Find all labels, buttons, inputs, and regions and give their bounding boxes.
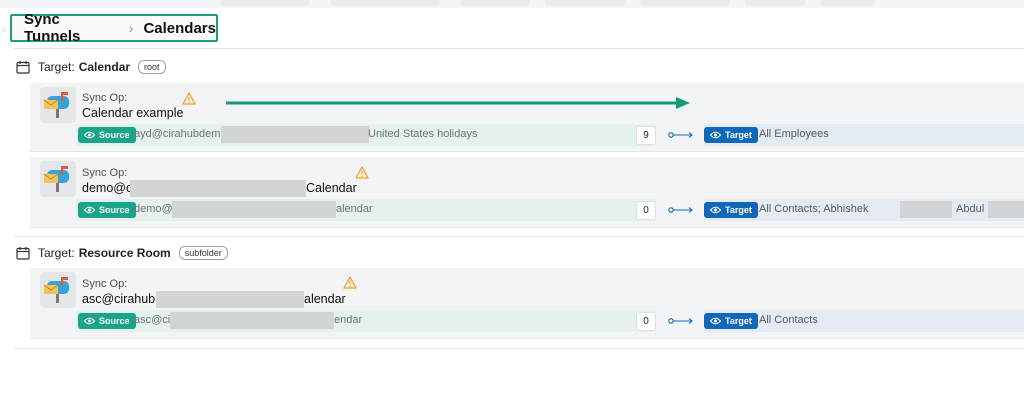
source-row: Source demo@ alendar 0 <box>76 199 656 221</box>
breadcrumb-root[interactable]: Sync Tunnels <box>24 11 119 45</box>
target-text-2: Abdul <box>956 203 985 215</box>
item-count: 0 <box>636 201 656 220</box>
chevron-right-icon: › <box>128 20 134 36</box>
sync-op-card[interactable]: Sync Op: asc@cirahub alendar Source asc@… <box>30 268 1024 339</box>
target-text: All Employees <box>759 128 829 140</box>
target-text: All Contacts <box>759 314 818 326</box>
calendar-icon <box>16 247 30 260</box>
source-calendar: United States holidays <box>368 128 478 140</box>
section-label: Target: <box>38 60 75 74</box>
source-row: Source ayd@cirahubdem United States holi… <box>76 124 656 146</box>
warning-icon[interactable] <box>355 166 369 179</box>
sync-op-label: Sync Op: <box>82 278 128 290</box>
source-badge-label: Source <box>99 205 130 215</box>
source-account: asc@ci <box>134 314 171 326</box>
divider <box>14 48 1024 49</box>
sync-op-card[interactable]: Sync Op: Calendar example Source ayd@cir… <box>30 83 1024 152</box>
mailbox-icon <box>40 161 76 197</box>
eye-icon <box>84 317 95 325</box>
source-calendar: alendar <box>336 203 373 215</box>
source-account: ayd@cirahubdem <box>134 128 221 140</box>
eye-icon <box>710 317 721 325</box>
target-badge[interactable]: Target <box>704 313 758 329</box>
sync-op-name-suffix: alendar <box>304 292 346 306</box>
source-badge-label: Source <box>99 130 130 140</box>
source-badge-label: Source <box>99 316 130 326</box>
annotation-arrow-icon <box>226 97 690 109</box>
mailbox-icon <box>40 272 76 308</box>
sync-op-name: Calendar example <box>82 106 184 120</box>
target-row: Target All Contacts <box>704 310 1024 332</box>
redacted-block <box>221 126 369 143</box>
source-calendar: endar <box>334 314 363 326</box>
item-count: 9 <box>636 126 656 145</box>
section-chip: root <box>138 60 166 74</box>
sync-op-name-suffix: Calendar <box>306 181 357 195</box>
redacted-block <box>130 180 306 197</box>
divider <box>14 348 1024 349</box>
breadcrumb: Sync Tunnels › Calendars <box>10 11 218 45</box>
source-badge[interactable]: Source <box>78 313 136 329</box>
sync-op-label: Sync Op: <box>82 167 128 179</box>
target-badge-label: Target <box>725 130 752 140</box>
source-row: Source asc@ci endar 0 <box>76 310 656 332</box>
warning-icon[interactable] <box>343 276 357 289</box>
target-badge[interactable]: Target <box>704 127 758 143</box>
redacted-block <box>172 201 336 218</box>
section-chip: subfolder <box>178 246 228 260</box>
section-header-calendar: Target: Calendar root <box>16 57 166 77</box>
flow-arrow-icon <box>668 318 693 324</box>
eye-icon <box>710 131 721 139</box>
source-badge[interactable]: Source <box>78 127 136 143</box>
redacted-block <box>170 312 334 329</box>
target-row: Target All Employees <box>704 124 1024 146</box>
target-badge-label: Target <box>725 205 752 215</box>
target-row: Target All Contacts; Abhishek Abdul <box>704 199 1024 221</box>
source-account: demo@ <box>134 203 173 215</box>
sync-op-name: demo@c <box>82 181 133 195</box>
eye-icon <box>84 131 95 139</box>
source-badge[interactable]: Source <box>78 202 136 218</box>
calendar-icon <box>16 61 30 74</box>
top-tabs-strip <box>0 0 1024 8</box>
sync-op-label: Sync Op: <box>82 92 128 104</box>
section-name: Resource Room <box>78 246 171 260</box>
divider <box>14 236 1024 237</box>
item-count: 0 <box>636 312 656 331</box>
mailbox-icon <box>40 87 76 123</box>
sync-op-card[interactable]: Sync Op: demo@c Calendar Source demo@ al… <box>30 157 1024 228</box>
flow-arrow-icon <box>668 132 693 138</box>
section-header-resource-room: Target: Resource Room subfolder <box>16 243 228 263</box>
flow-arrow-icon <box>668 207 693 213</box>
redacted-block <box>900 201 952 218</box>
collapse-chevron-icon[interactable]: › <box>2 22 6 36</box>
eye-icon <box>710 206 721 214</box>
redacted-block <box>988 201 1024 218</box>
section-name: Calendar <box>78 60 131 74</box>
redacted-block <box>156 291 304 308</box>
target-badge-label: Target <box>725 316 752 326</box>
breadcrumb-current: Calendars <box>143 19 216 37</box>
target-badge[interactable]: Target <box>704 202 758 218</box>
sync-op-name: asc@cirahub <box>82 292 156 306</box>
section-label: Target: <box>38 246 75 260</box>
target-text: All Contacts; Abhishek <box>759 203 869 215</box>
eye-icon <box>84 206 95 214</box>
warning-icon[interactable] <box>182 92 196 105</box>
